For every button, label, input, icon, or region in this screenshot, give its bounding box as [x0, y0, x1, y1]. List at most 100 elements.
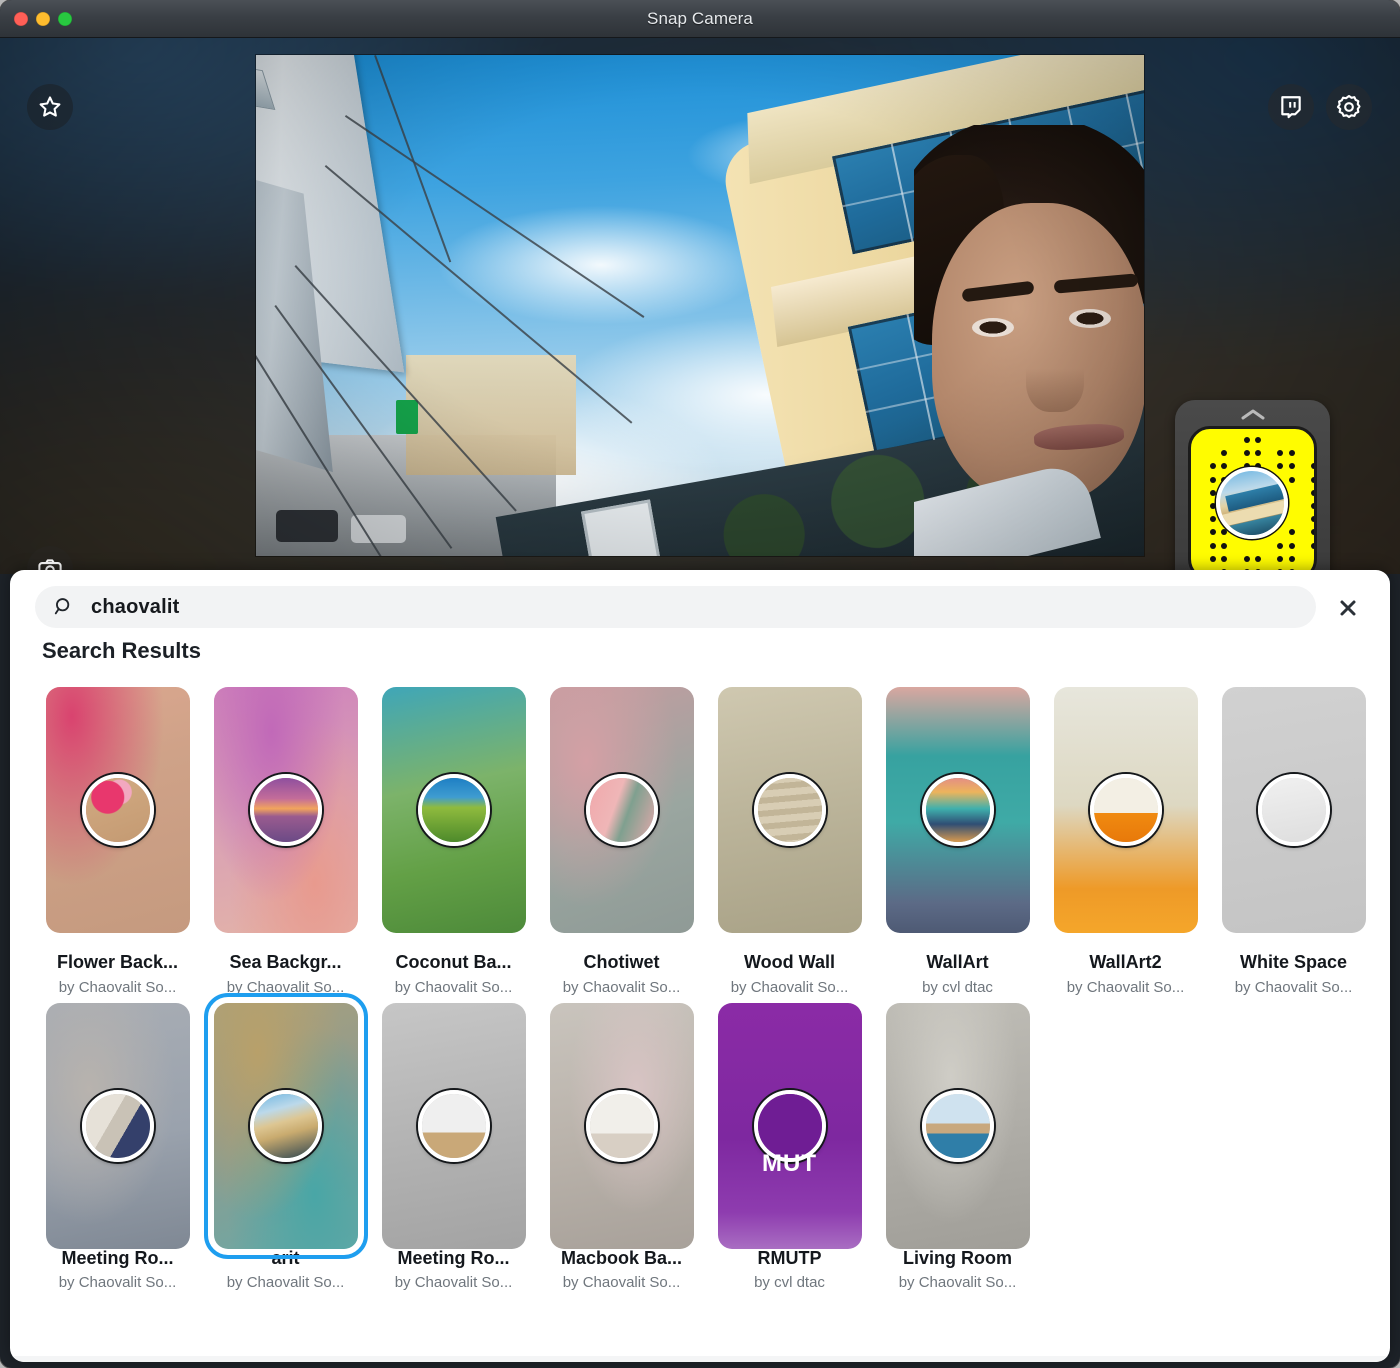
snapcode-dot	[1277, 543, 1283, 549]
favorites-button[interactable]	[27, 84, 73, 130]
lens-tile-holder	[370, 996, 537, 1296]
lens-thumbnail	[250, 1090, 322, 1162]
lens-thumbnail	[754, 774, 826, 846]
lens-tile[interactable]	[1222, 687, 1366, 933]
snapcode-dot	[1289, 529, 1295, 535]
lens-thumbnail-image	[1262, 778, 1326, 842]
lens-result-cell: MUTRMUTPby cvl dtac	[706, 996, 873, 1292]
close-icon	[1338, 598, 1358, 618]
snapcode-dot	[1210, 543, 1216, 549]
snapcode-dot	[1255, 450, 1261, 456]
lens-thumbnail-image	[254, 1094, 318, 1158]
lens-tile[interactable]	[718, 687, 862, 933]
snapcode-dot	[1311, 477, 1317, 483]
lens-thumbnail	[1090, 774, 1162, 846]
snapcode-collapse-button[interactable]	[1175, 408, 1330, 421]
snapcode-dot	[1311, 490, 1317, 496]
lens-tile-holder	[538, 996, 705, 1296]
lens-tile-holder	[34, 996, 201, 1296]
search-value: chaovalit	[91, 596, 180, 619]
snapcode-dot	[1210, 477, 1216, 483]
lens-tile-holder	[1042, 680, 1209, 1000]
lens-thumbnail-image	[1094, 778, 1158, 842]
snapcode-dot	[1255, 556, 1261, 562]
lens-tile[interactable]: MUT	[718, 1003, 862, 1249]
lens-tile[interactable]	[214, 1003, 358, 1249]
snapcode-dot	[1289, 463, 1295, 469]
search-icon	[53, 596, 75, 618]
lens-result-cell: Living Roomby Chaovalit So...	[874, 996, 1041, 1292]
lens-tile-holder	[1210, 680, 1377, 1000]
minimize-window-button[interactable]	[36, 12, 50, 26]
lens-tile[interactable]	[886, 687, 1030, 933]
snapcode-dot	[1289, 556, 1295, 562]
star-icon	[37, 94, 63, 120]
snapcode-dot	[1277, 556, 1283, 562]
lens-tile[interactable]	[550, 1003, 694, 1249]
lens-result-cell: WallArtby cvl dtac	[874, 680, 1041, 996]
search-row: chaovalit	[10, 570, 1390, 636]
lens-browser-panel: chaovalit Search Results Flower Back...b…	[10, 570, 1390, 1362]
settings-button[interactable]	[1326, 84, 1372, 130]
lens-thumbnail-image	[926, 778, 990, 842]
lens-result-cell: WallArt2by Chaovalit So...	[1042, 680, 1209, 996]
snapcode-dot	[1289, 477, 1295, 483]
snapcode-dot	[1210, 516, 1216, 522]
lens-result-cell: Macbook Ba...by Chaovalit So...	[538, 996, 705, 1292]
snapcode-panel[interactable]	[1175, 400, 1330, 574]
close-window-button[interactable]	[14, 12, 28, 26]
lens-tile[interactable]	[886, 1003, 1030, 1249]
lens-thumbnail	[418, 774, 490, 846]
snapcode-dot	[1311, 503, 1317, 509]
lens-result-cell: Chotiwetby Chaovalit So...	[538, 680, 705, 996]
lens-result-cell: White Spaceby Chaovalit So...	[1210, 680, 1377, 996]
window-title: Snap Camera	[0, 9, 1400, 29]
snapcode-dot	[1210, 463, 1216, 469]
lens-tile-holder	[202, 996, 369, 1296]
page-title: Search Results	[42, 638, 201, 664]
lens-tile-holder: MUT	[706, 996, 873, 1296]
lens-thumbnail-image	[758, 1094, 822, 1158]
snapcode-dot	[1244, 437, 1250, 443]
lens-tile[interactable]	[382, 687, 526, 933]
snapcode-lens-thumbnail	[1216, 467, 1288, 539]
lens-thumbnail	[586, 1090, 658, 1162]
traffic-lights	[14, 0, 72, 38]
lens-tile[interactable]	[46, 1003, 190, 1249]
snapcode-dot	[1244, 450, 1250, 456]
snapcode-dot	[1210, 529, 1216, 535]
lens-tile[interactable]	[46, 687, 190, 933]
lens-thumbnail-image	[86, 1094, 150, 1158]
lens-thumbnail-image	[422, 778, 486, 842]
lens-thumbnail	[82, 1090, 154, 1162]
lens-thumbnail-image	[590, 778, 654, 842]
lens-tile[interactable]	[214, 687, 358, 933]
lens-result-cell: Coconut Ba...by Chaovalit So...	[370, 680, 537, 996]
lens-thumbnail	[922, 1090, 994, 1162]
lens-result-cell: Sea Backgr...by Chaovalit So...	[202, 680, 369, 996]
snapcode-dot	[1221, 450, 1227, 456]
lens-tile[interactable]	[382, 1003, 526, 1249]
lens-thumbnail	[1258, 774, 1330, 846]
lens-tile-holder	[538, 680, 705, 1000]
lens-thumbnail	[250, 774, 322, 846]
lens-thumbnail-image	[254, 778, 318, 842]
lens-result-cell: aritby Chaovalit So...	[202, 996, 369, 1292]
lens-tile[interactable]	[550, 687, 694, 933]
gear-icon	[1335, 93, 1363, 121]
snapcode-dot	[1221, 543, 1227, 549]
lens-thumbnail	[922, 774, 994, 846]
lens-tile-holder	[874, 996, 1041, 1296]
lens-thumbnail-image	[590, 1094, 654, 1158]
lens-tile-holder	[202, 680, 369, 1000]
search-input[interactable]: chaovalit	[35, 586, 1316, 628]
lens-thumbnail-image	[86, 778, 150, 842]
clear-search-button[interactable]	[1335, 595, 1361, 621]
snapcode-dot	[1277, 463, 1283, 469]
snapcode-dot	[1255, 437, 1261, 443]
zoom-window-button[interactable]	[58, 12, 72, 26]
title-bar: Snap Camera	[0, 0, 1400, 38]
twitch-button[interactable]	[1268, 84, 1314, 130]
snapcode-dot	[1221, 463, 1227, 469]
lens-tile[interactable]	[1054, 687, 1198, 933]
